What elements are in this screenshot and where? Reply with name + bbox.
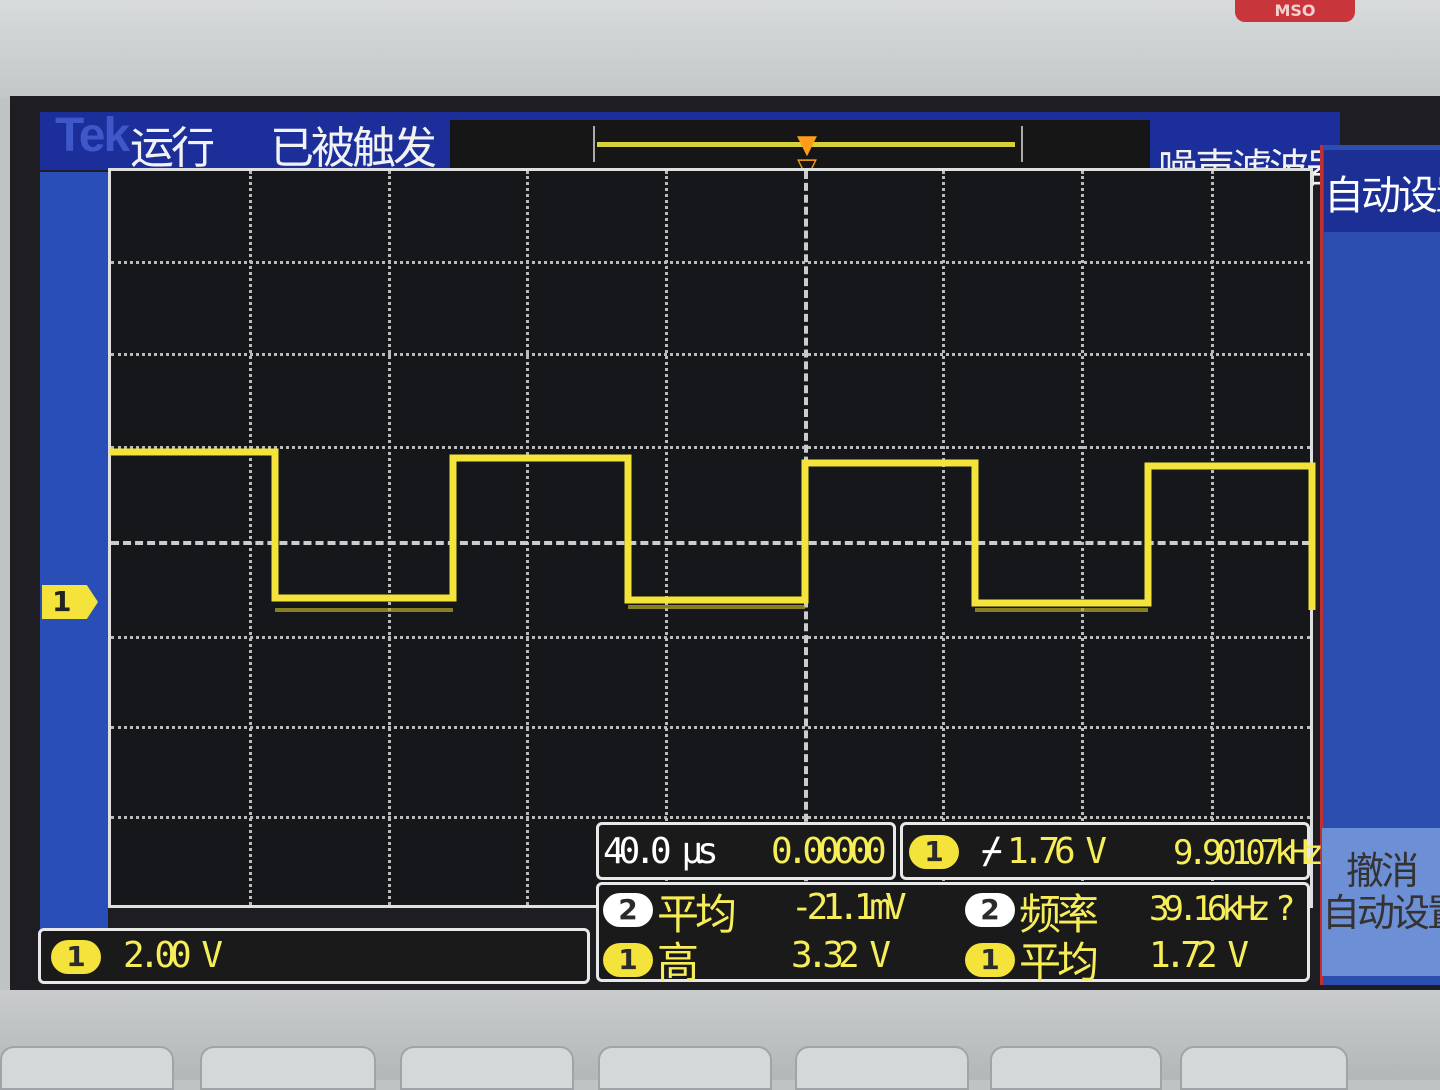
measurement-label: 平均 xyxy=(1019,938,1099,987)
waveform-trace xyxy=(110,448,1316,610)
measurement-channel-badge: 1 xyxy=(603,943,653,977)
timebase-readout[interactable]: 40.0 μs 0.00000 s xyxy=(596,822,918,880)
soft-key-button[interactable] xyxy=(400,1046,574,1090)
soft-key-button[interactable] xyxy=(598,1046,772,1090)
measurement-value: 3.32 V xyxy=(791,935,891,976)
measurement-value: 1.72 V xyxy=(1149,935,1249,976)
timebase-scale: 40.0 μs xyxy=(603,831,719,872)
trigger-channel-badge: 1 xyxy=(909,835,959,869)
measurement-readout[interactable]: 2 平均 -21.1mV 1 高 3.32 V 2 频率 39.16kHz ? … xyxy=(596,882,1310,987)
channel-badge: 1 xyxy=(51,940,101,974)
autoset-menu-item[interactable]: 自动设置 xyxy=(1324,150,1440,232)
autoset-label: 自动设置 xyxy=(1322,891,1440,935)
measurement-channel-badge: 1 xyxy=(965,943,1015,977)
measurement-warning-flag: ? xyxy=(1275,889,1296,929)
channel-scale-readout[interactable]: 1 2.00 V xyxy=(38,928,590,984)
soft-key-button[interactable] xyxy=(795,1046,969,1090)
measurement-label: 高 xyxy=(657,938,699,987)
soft-key-button[interactable] xyxy=(0,1046,174,1090)
undo-autoset-menu-item[interactable]: 撤消 自动设置 xyxy=(1322,828,1440,976)
trigger-readout[interactable]: 1 ⌿ 1.76 V 9.90107kHz xyxy=(900,822,1324,880)
measurement-channel-badge: 2 xyxy=(603,893,653,927)
undo-label: 撤消 xyxy=(1345,849,1419,893)
trigger-frequency: 9.90107kHz xyxy=(1173,833,1324,873)
trigger-level: 1.76 V xyxy=(1007,831,1107,872)
measurement-value: -21.1mV xyxy=(791,887,907,928)
timebase-position: 0.00000 s xyxy=(771,831,918,872)
measurement-channel-badge: 2 xyxy=(965,893,1015,927)
trigger-slope-icon: ⌿ xyxy=(981,831,1003,872)
soft-key-button[interactable] xyxy=(1180,1046,1348,1090)
soft-key-button[interactable] xyxy=(200,1046,376,1090)
measurement-value: 39.16kHz xyxy=(1149,889,1271,929)
channel-scale-value: 2.00 V xyxy=(123,935,223,976)
soft-key-button[interactable] xyxy=(990,1046,1162,1090)
